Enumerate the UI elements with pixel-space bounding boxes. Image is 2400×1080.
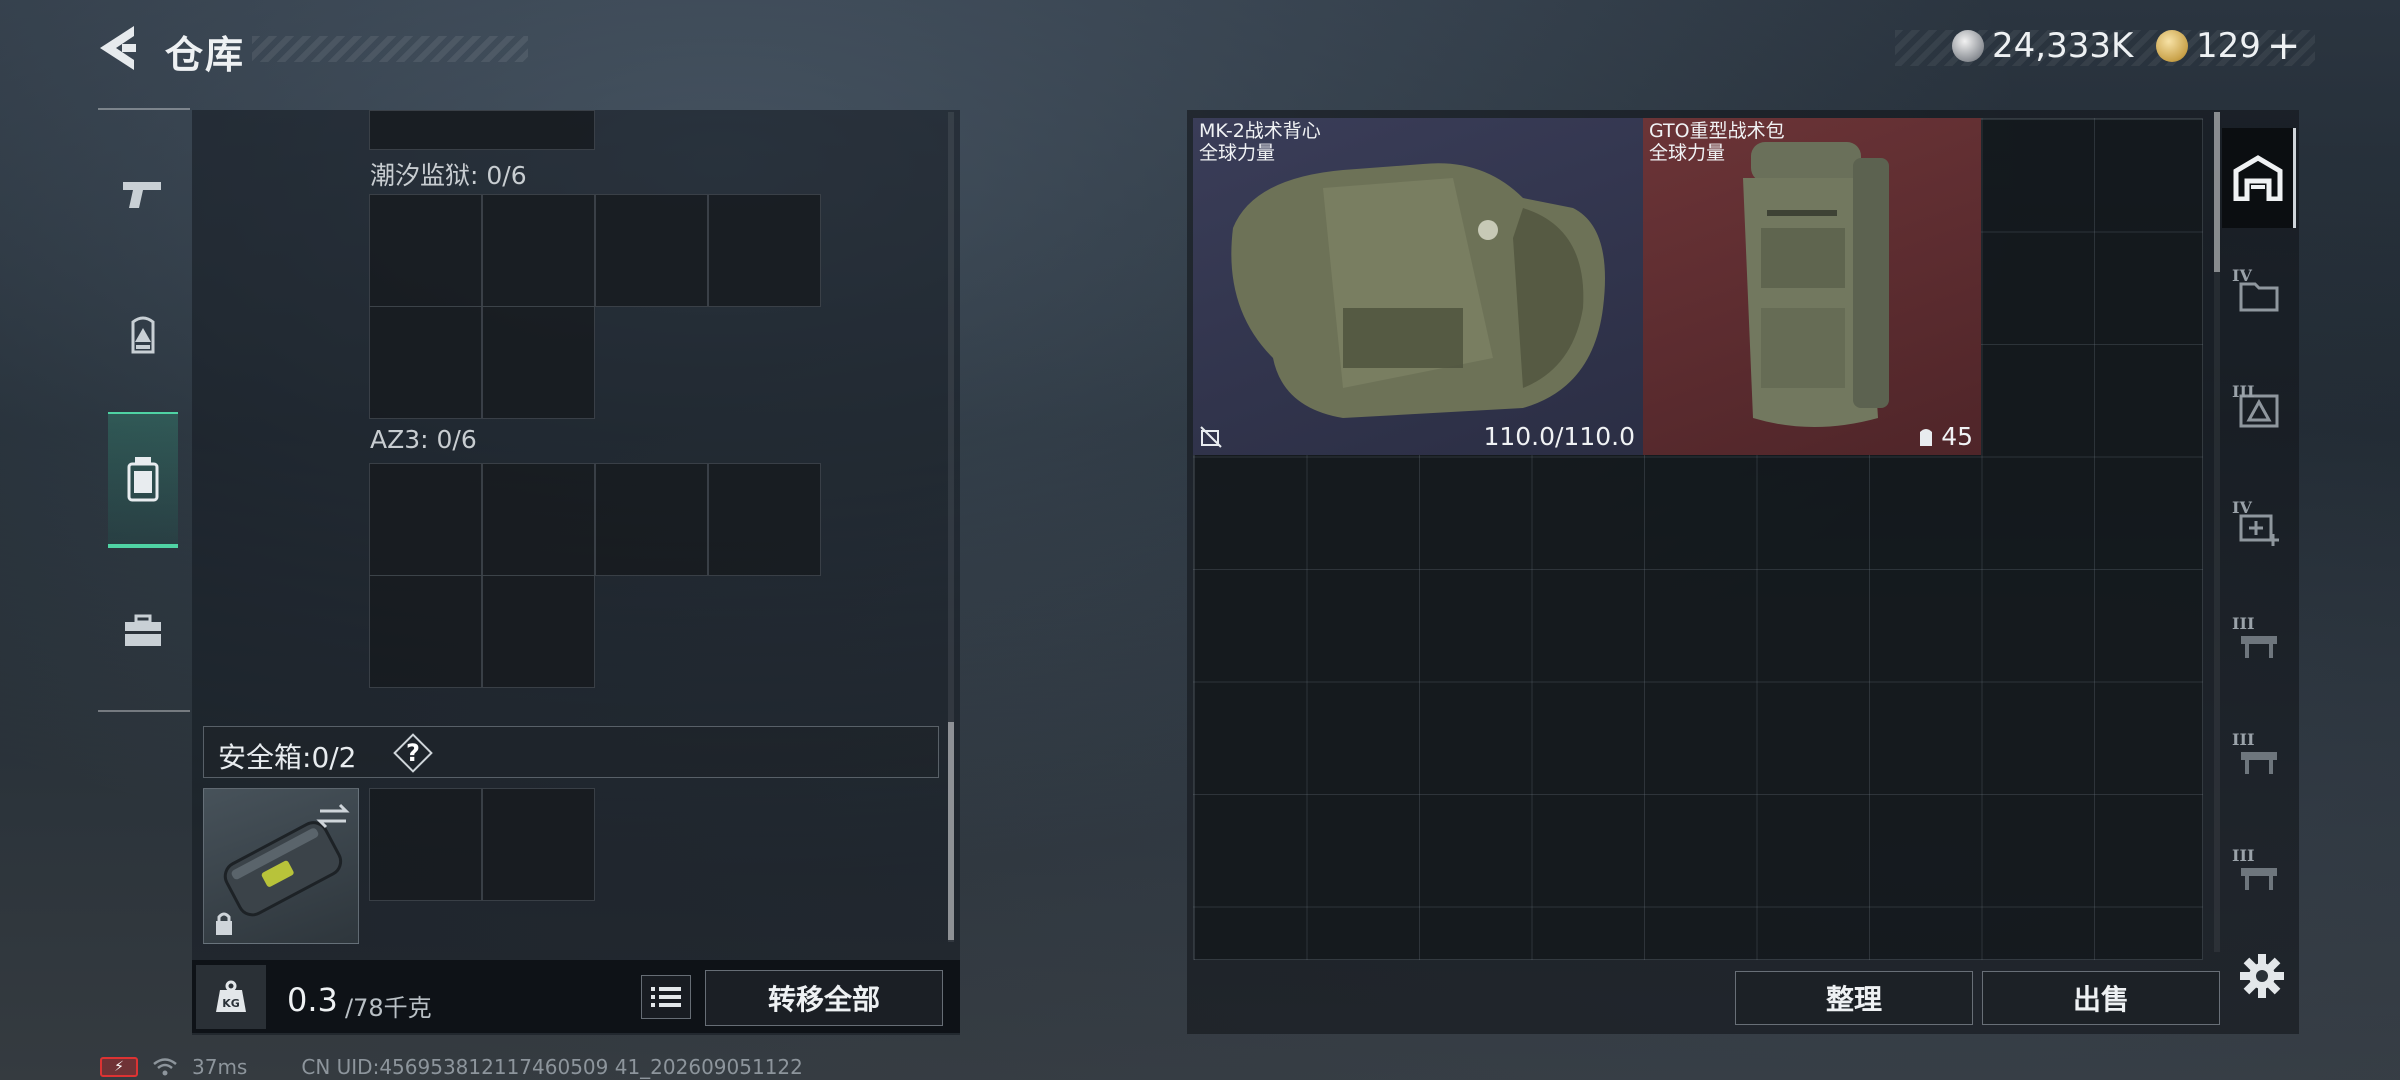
item-faction: 全球力量 (1199, 142, 1276, 164)
weight-max: /78千克 (345, 994, 432, 1022)
safebox-item[interactable] (203, 788, 359, 944)
tactical-backpack-image (1743, 142, 1889, 427)
stash-item-backpack[interactable]: GTO重型战术包 全球力量 45 (1643, 118, 1981, 455)
weight-current: 0.3 (287, 981, 338, 1019)
tab-workbench-3[interactable]: III (2222, 824, 2296, 924)
top-bar: 仓库 24,333K 129 + (0, 0, 2400, 100)
container-icon (127, 457, 159, 502)
inventory-slot[interactable] (482, 463, 595, 576)
inventory-slot[interactable] (369, 306, 482, 419)
stash-item-vest[interactable]: MK-2战术背心 全球力量 110.0/110.0 (1193, 118, 1643, 455)
no-repair-icon (1200, 426, 1222, 448)
section-label-tidal-prison: 潮汐监狱: 0/6 (370, 161, 527, 190)
tier-label: III (2232, 730, 2255, 749)
item-name: MK-2战术背心 (1199, 120, 1321, 142)
tier-label: IV (2232, 498, 2252, 517)
page-title: 仓库 (165, 33, 246, 77)
tab-triangle-crate[interactable]: III (2222, 360, 2296, 460)
safebox-slot[interactable] (369, 788, 482, 901)
item-capacity: 45 (1917, 422, 1973, 451)
silver-amount: 24,333K (1992, 26, 2134, 66)
uid-text: CN UID:456953812117460509 41_20260905112… (301, 1055, 803, 1079)
backpack-capacity-icon (1920, 428, 1933, 446)
title-decoration (252, 36, 528, 62)
inventory-slot[interactable] (369, 463, 482, 576)
gear-icon (2240, 954, 2284, 998)
inventory-slot[interactable] (369, 575, 482, 688)
toolbox-icon (125, 614, 161, 646)
back-arrow-icon (100, 26, 136, 70)
safebox-label: 安全箱:0/2 (218, 741, 357, 774)
inventory-slot[interactable] (482, 194, 595, 307)
settings-button[interactable] (2238, 952, 2286, 1000)
inventory-slot[interactable] (595, 463, 708, 576)
back-button[interactable] (96, 22, 144, 74)
status-bar: ⚡ 37ms CN UID:456953812117460509 41_2026… (100, 1054, 803, 1080)
inventory-slot[interactable] (482, 575, 595, 688)
weight-kg-icon: KG (196, 965, 266, 1029)
tier-label: III (2232, 846, 2255, 865)
ping-text: 37ms (192, 1055, 248, 1079)
tier-label: III (2232, 382, 2255, 401)
pistol-icon (123, 182, 161, 208)
nav-weapons[interactable] (108, 140, 178, 250)
item-name: GTO重型战术包 (1649, 120, 1785, 142)
add-currency-button[interactable]: + (2267, 26, 2301, 66)
gold-currency[interactable]: 129 + (2156, 26, 2300, 66)
right-scrollbar-thumb[interactable] (2214, 112, 2220, 272)
item-durability: 110.0/110.0 (1483, 422, 1635, 451)
inventory-slot[interactable] (595, 194, 708, 307)
silver-currency: 24,333K (1952, 26, 2133, 66)
inventory-slot[interactable] (369, 194, 482, 307)
nav-toolbox[interactable] (108, 576, 178, 686)
category-nav (98, 108, 190, 712)
item-faction: 全球力量 (1649, 142, 1726, 164)
svg-text:KG: KG (222, 997, 240, 1010)
inventory-slot[interactable] (708, 463, 821, 576)
list-view-button[interactable] (641, 975, 691, 1019)
safebox-help-button[interactable]: ? (395, 736, 431, 770)
battery-icon: ⚡ (100, 1057, 138, 1077)
nav-equipment[interactable] (108, 280, 178, 390)
tier-label: IV (2232, 266, 2252, 285)
backpack-icon (131, 316, 155, 354)
tactical-vest-image (1231, 163, 1605, 418)
swap-icon (316, 803, 350, 829)
nav-containers[interactable] (108, 412, 178, 548)
transfer-all-button[interactable]: 转移全部 (705, 970, 943, 1026)
tab-warehouse[interactable] (2222, 128, 2296, 228)
gold-coin-icon (2156, 30, 2188, 62)
tier-label: III (2232, 614, 2255, 633)
gold-amount: 129 (2196, 26, 2261, 66)
left-scrollbar-thumb[interactable] (948, 722, 954, 940)
safebox-slot[interactable] (482, 788, 595, 901)
tab-stash-folder[interactable]: IV (2222, 244, 2296, 344)
sell-button[interactable]: 出售 (1982, 971, 2220, 1025)
inventory-slot[interactable] (708, 194, 821, 307)
section-label-az3: AZ3: 0/6 (370, 425, 477, 454)
inventory-slot[interactable] (369, 110, 595, 150)
tab-workbench-2[interactable]: III (2222, 708, 2296, 808)
silver-coin-icon (1952, 30, 1984, 62)
lock-icon (216, 912, 232, 935)
inventory-slot[interactable] (482, 306, 595, 419)
warehouse-icon (2233, 155, 2282, 201)
list-icon (651, 987, 681, 1007)
wifi-icon (153, 1058, 177, 1076)
sort-button[interactable]: 整理 (1735, 971, 1973, 1025)
tab-medkit[interactable]: IV (2222, 476, 2296, 576)
tab-workbench-1[interactable]: III (2222, 592, 2296, 692)
safebox-case-icon (216, 803, 350, 935)
